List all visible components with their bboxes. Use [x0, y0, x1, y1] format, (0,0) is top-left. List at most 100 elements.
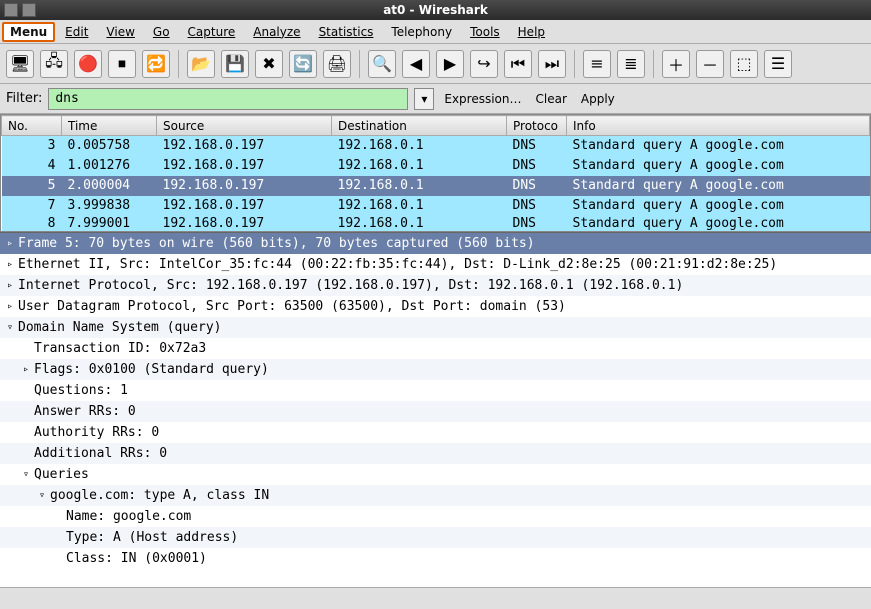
packet-row[interactable]: 73.999838192.168.0.197192.168.0.1DNSStan… — [2, 196, 870, 216]
detail-row[interactable]: Authority RRs: 0 — [0, 422, 871, 443]
menu-telephony[interactable]: Telephony — [383, 23, 460, 41]
menu-analyze[interactable]: Analyze — [245, 23, 308, 41]
detail-row[interactable]: ▹Ethernet II, Src: IntelCor_35:fc:44 (00… — [0, 254, 871, 275]
col-time-header[interactable]: Time — [62, 116, 157, 136]
forward-button[interactable]: ▶ — [436, 50, 464, 78]
menu-button[interactable]: Menu — [2, 22, 55, 42]
detail-row[interactable]: Type: A (Host address) — [0, 527, 871, 548]
menu-capture[interactable]: Capture — [180, 23, 244, 41]
packet-row[interactable]: 41.001276192.168.0.197192.168.0.1DNSStan… — [2, 156, 870, 176]
detail-text: Internet Protocol, Src: 192.168.0.197 (1… — [18, 278, 683, 293]
expander-icon[interactable]: ▹ — [20, 364, 32, 375]
packet-row[interactable]: 30.005758192.168.0.197192.168.0.1DNSStan… — [2, 136, 870, 156]
detail-text: Type: A (Host address) — [66, 530, 238, 545]
detail-row[interactable]: ▿google.com: type A, class IN — [0, 485, 871, 506]
detail-row[interactable]: Additional RRs: 0 — [0, 443, 871, 464]
menu-statistics[interactable]: Statistics — [311, 23, 382, 41]
detail-row[interactable]: Transaction ID: 0x72a3 — [0, 338, 871, 359]
last-button[interactable]: ⏭ — [538, 50, 566, 78]
menu-edit[interactable]: Edit — [57, 23, 96, 41]
col-proto-header[interactable]: Protoco — [507, 116, 567, 136]
filter-clear-link[interactable]: Clear — [532, 92, 571, 106]
close-button[interactable]: ✖ — [255, 50, 283, 78]
expander-icon[interactable]: ▿ — [20, 469, 32, 480]
filter-apply-link[interactable]: Apply — [577, 92, 619, 106]
save-button[interactable]: 💾 — [221, 50, 249, 78]
col-info-header[interactable]: Info — [567, 116, 870, 136]
detail-row[interactable]: ▹Frame 5: 70 bytes on wire (560 bits), 7… — [0, 233, 871, 254]
expander-icon[interactable]: ▿ — [36, 490, 48, 501]
autoscroll-button[interactable]: ≣ — [617, 50, 645, 78]
expander-icon[interactable]: ▿ — [4, 322, 16, 333]
detail-text: Queries — [34, 467, 89, 482]
detail-row[interactable]: Class: IN (0x0001) — [0, 548, 871, 569]
detail-text: Class: IN (0x0001) — [66, 551, 207, 566]
start-capture-button[interactable]: 🔴 — [74, 50, 102, 78]
titlebar: at0 - Wireshark — [0, 0, 871, 20]
packet-row[interactable]: 52.000004192.168.0.197192.168.0.1DNSStan… — [2, 176, 870, 196]
detail-text: User Datagram Protocol, Src Port: 63500 … — [18, 299, 566, 314]
window-title: at0 - Wireshark — [383, 3, 488, 17]
detail-text: Authority RRs: 0 — [34, 425, 159, 440]
detail-row[interactable]: ▿Domain Name System (query) — [0, 317, 871, 338]
detail-text: Questions: 1 — [34, 383, 128, 398]
menu-view[interactable]: View — [98, 23, 142, 41]
menu-go[interactable]: Go — [145, 23, 178, 41]
zoom-in-button[interactable]: ＋ — [662, 50, 690, 78]
filter-dropdown-icon[interactable]: ▾ — [414, 88, 434, 110]
open-button[interactable]: 📂 — [187, 50, 215, 78]
detail-row[interactable]: ▿Queries — [0, 464, 871, 485]
stop-capture-button[interactable]: ⏹ — [108, 50, 136, 78]
packet-row[interactable]: 87.999001192.168.0.197192.168.0.1DNSStan… — [2, 216, 870, 231]
expander-icon[interactable]: ▹ — [4, 259, 16, 270]
detail-row[interactable]: Answer RRs: 0 — [0, 401, 871, 422]
filter-label: Filter: — [6, 91, 42, 106]
expander-icon[interactable]: ▹ — [4, 301, 16, 312]
detail-row[interactable]: ▹User Datagram Protocol, Src Port: 63500… — [0, 296, 871, 317]
detail-text: Name: google.com — [66, 509, 191, 524]
filter-expression-link[interactable]: Expression… — [440, 92, 525, 106]
separator — [359, 50, 360, 78]
print-button[interactable]: 🖨 — [323, 50, 351, 78]
detail-row[interactable]: ▹Internet Protocol, Src: 192.168.0.197 (… — [0, 275, 871, 296]
separator — [178, 50, 179, 78]
menu-tools[interactable]: Tools — [462, 23, 508, 41]
zoom-100-button[interactable]: ⬚ — [730, 50, 758, 78]
restart-capture-button[interactable]: 🔁 — [142, 50, 170, 78]
first-button[interactable]: ⏮ — [504, 50, 532, 78]
filter-input[interactable] — [48, 88, 408, 110]
packet-details-pane: ▹Frame 5: 70 bytes on wire (560 bits), 7… — [0, 232, 871, 588]
detail-row[interactable]: Questions: 1 — [0, 380, 871, 401]
detail-text: Flags: 0x0100 (Standard query) — [34, 362, 269, 377]
expander-icon[interactable]: ▹ — [4, 238, 16, 249]
packet-list-pane: No. Time Source Destination Protoco Info… — [0, 114, 871, 232]
col-no-header[interactable]: No. — [2, 116, 62, 136]
detail-text: google.com: type A, class IN — [50, 488, 269, 503]
colorize-button[interactable]: ≡ — [583, 50, 611, 78]
detail-row[interactable]: Name: google.com — [0, 506, 871, 527]
separator — [574, 50, 575, 78]
detail-text: Answer RRs: 0 — [34, 404, 136, 419]
resize-cols-button[interactable]: ☰ — [764, 50, 792, 78]
status-bar — [0, 587, 871, 609]
goto-button[interactable]: ↪ — [470, 50, 498, 78]
expander-icon[interactable]: ▹ — [4, 280, 16, 291]
window-menu-icon[interactable] — [4, 3, 18, 17]
zoom-out-button[interactable]: － — [696, 50, 724, 78]
find-button[interactable]: 🔍 — [368, 50, 396, 78]
col-dest-header[interactable]: Destination — [332, 116, 507, 136]
main-toolbar: 🖥 🖧 🔴 ⏹ 🔁 📂 💾 ✖ 🔄 🖨 🔍 ◀ ▶ ↪ ⏮ ⏭ ≡ ≣ ＋ － … — [0, 44, 871, 84]
col-source-header[interactable]: Source — [157, 116, 332, 136]
menu-help[interactable]: Help — [510, 23, 553, 41]
filter-bar: Filter: ▾ Expression… Clear Apply — [0, 84, 871, 114]
detail-text: Additional RRs: 0 — [34, 446, 167, 461]
interfaces-button[interactable]: 🖥 — [6, 50, 34, 78]
options-button[interactable]: 🖧 — [40, 50, 68, 78]
detail-text: Domain Name System (query) — [18, 320, 222, 335]
back-button[interactable]: ◀ — [402, 50, 430, 78]
reload-button[interactable]: 🔄 — [289, 50, 317, 78]
separator — [653, 50, 654, 78]
window-sticky-icon[interactable] — [22, 3, 36, 17]
detail-row[interactable]: ▹Flags: 0x0100 (Standard query) — [0, 359, 871, 380]
detail-text: Frame 5: 70 bytes on wire (560 bits), 70… — [18, 236, 535, 251]
